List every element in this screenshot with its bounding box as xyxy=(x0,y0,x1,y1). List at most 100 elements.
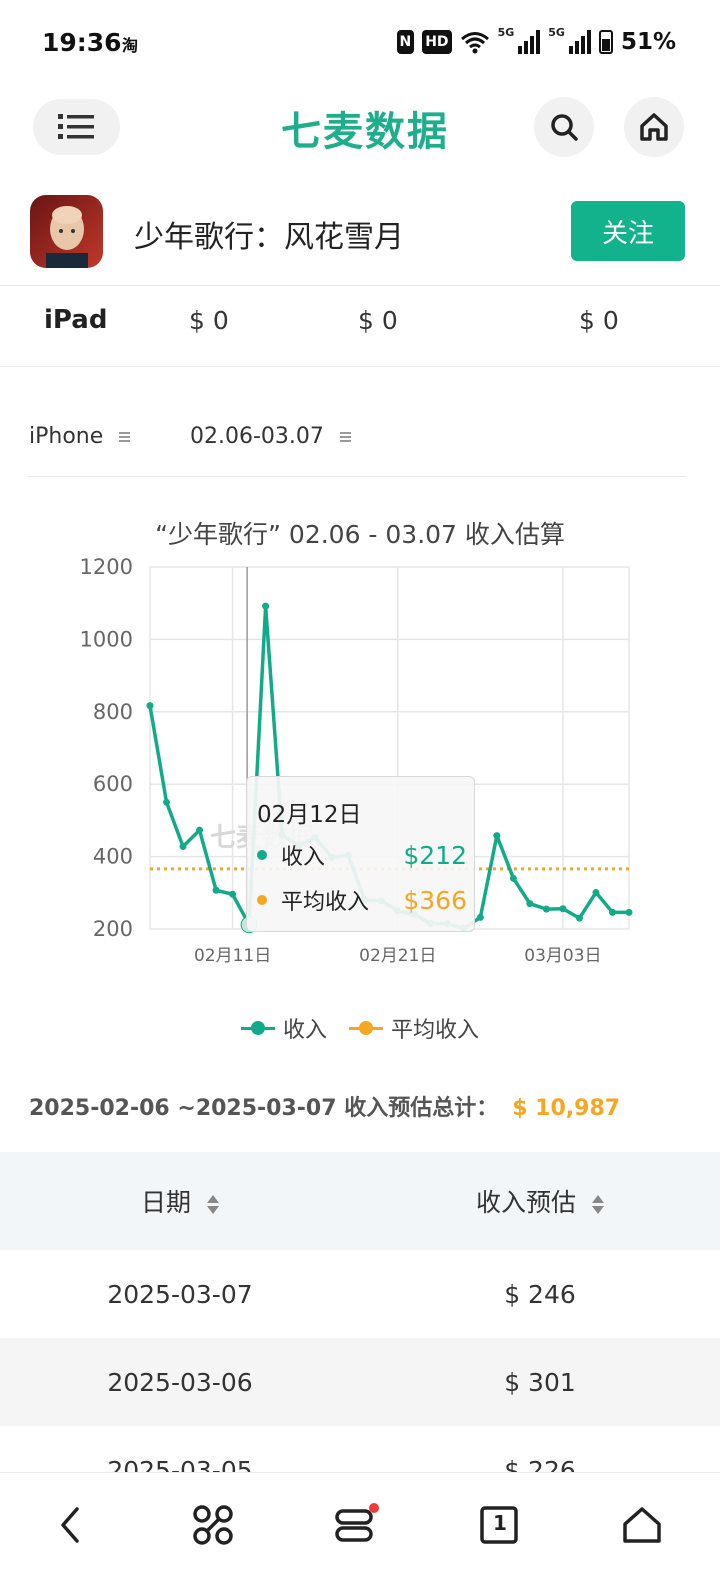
revenue-cell: $ 301 xyxy=(504,1367,576,1397)
y-tick-label: 1000 xyxy=(80,627,133,651)
signal-icon xyxy=(518,30,541,54)
revenue-data-point xyxy=(262,602,270,610)
revenue-data-point xyxy=(146,702,154,710)
revenue-data-point xyxy=(542,905,550,913)
home-nav-button[interactable] xyxy=(612,1495,672,1555)
tooltip-row-revenue: 收入 $212 xyxy=(257,839,467,871)
revenue-total: 2025-02-06 ~2025-03-07 收入预估总计： $ 10,987 xyxy=(29,1090,620,1122)
sort-icon xyxy=(206,1194,219,1214)
device-filter[interactable]: iPhone xyxy=(29,424,131,449)
revenue-table: 日期 收入预估 2025-03-07 $ 246 2025-03-06 $ 30… xyxy=(0,1152,720,1514)
x-tick-label: 02月21日 xyxy=(359,946,436,966)
search-button[interactable] xyxy=(534,97,594,157)
divider xyxy=(28,476,686,477)
total-value: $ 10,987 xyxy=(512,1096,621,1121)
ipad-value-1: $ 0 xyxy=(189,306,229,335)
legend-item-average[interactable]: 平均收入 xyxy=(349,1012,479,1044)
ipad-label: iPad xyxy=(44,305,108,335)
home-icon xyxy=(640,113,668,141)
date-range-filter[interactable]: 02.06-03.07 xyxy=(190,424,351,449)
app-icon[interactable] xyxy=(30,195,103,268)
table-row: 2025-03-06 $ 301 xyxy=(0,1338,720,1426)
5g-label-2: 5G xyxy=(548,26,565,39)
date-column-header[interactable]: 日期 xyxy=(0,1183,360,1219)
revenue-data-point xyxy=(493,832,501,840)
revenue-data-point xyxy=(608,908,616,916)
dropdown-icon xyxy=(119,431,131,442)
x-tick-label: 02月11日 xyxy=(194,946,271,966)
menu-button[interactable] xyxy=(33,99,120,155)
bottom-nav: 1 xyxy=(0,1472,720,1585)
y-tick-label: 200 xyxy=(93,917,133,941)
dropdown-icon xyxy=(339,431,351,442)
revenue-data-point xyxy=(212,886,220,894)
tooltip-date: 02月12日 xyxy=(257,802,362,828)
table-row: 2025-03-07 $ 246 xyxy=(0,1250,720,1338)
revenue-data-point xyxy=(592,888,600,896)
average-dot-icon xyxy=(257,895,267,905)
tooltip-label: 平均收入 xyxy=(281,890,370,915)
y-tick-label: 600 xyxy=(93,772,133,796)
legend-marker-revenue xyxy=(240,1021,275,1035)
revenue-data-point xyxy=(575,914,583,922)
follow-button[interactable]: 关注 xyxy=(571,201,685,261)
home-icon xyxy=(623,1507,661,1543)
table-header: 日期 收入预估 xyxy=(0,1152,720,1250)
revenue-data-point xyxy=(625,908,633,916)
apps-button[interactable] xyxy=(183,1495,243,1555)
chart-legend: 收入 平均收入 xyxy=(0,1012,720,1044)
legend-label: 平均收入 xyxy=(391,1018,480,1043)
logo[interactable]: 七麦数据 xyxy=(270,104,460,155)
status-time: 19:36 xyxy=(42,28,122,57)
revenue-data-point xyxy=(196,826,204,834)
date-cell: 2025-03-07 xyxy=(107,1279,253,1309)
back-icon xyxy=(61,1507,79,1543)
tabs-menu-button[interactable] xyxy=(326,1495,386,1555)
status-icons: N HD 5G 5G 51% xyxy=(396,26,676,58)
ipad-value-2: $ 0 xyxy=(358,306,398,335)
apps-icon xyxy=(193,1505,233,1545)
5g-label-1: 5G xyxy=(497,26,515,39)
header-label: 收入预估 xyxy=(476,1188,577,1217)
battery-percent: 51% xyxy=(620,29,676,55)
revenue-data-point xyxy=(476,913,484,921)
home-button[interactable] xyxy=(624,97,684,157)
revenue-column-header[interactable]: 收入预估 xyxy=(360,1183,720,1219)
app-character-icon xyxy=(30,195,103,268)
page-count: 1 xyxy=(493,1511,507,1535)
revenue-data-point xyxy=(559,905,567,913)
revenue-data-point xyxy=(509,874,517,882)
legend-item-revenue[interactable]: 收入 xyxy=(240,1012,327,1044)
signal-icon xyxy=(568,30,591,54)
hd-icon: HD xyxy=(422,30,452,54)
date-range-label: 02.06-03.07 xyxy=(190,424,324,449)
revenue-data-point xyxy=(179,842,187,850)
search-icon xyxy=(551,114,578,141)
list-icon xyxy=(57,114,94,139)
revenue-data-point xyxy=(163,798,171,806)
revenue-dot-icon xyxy=(257,850,267,860)
legend-label: 收入 xyxy=(282,1018,327,1043)
tooltip-value: $212 xyxy=(403,840,467,870)
ipad-value-3: $ 0 xyxy=(579,306,619,335)
tooltip-row-average: 平均收入 $366 xyxy=(257,884,467,916)
tooltip-label: 收入 xyxy=(281,845,326,870)
tooltip-value: $366 xyxy=(403,885,467,915)
app-name: 少年歌行：风花雪月 xyxy=(134,220,404,255)
device-filter-label: iPhone xyxy=(29,424,104,449)
divider xyxy=(0,366,720,367)
battery-icon xyxy=(598,30,613,54)
back-button[interactable] xyxy=(40,1495,100,1555)
wifi-icon xyxy=(460,32,489,54)
y-tick-label: 800 xyxy=(93,700,133,724)
legend-marker-average xyxy=(349,1021,383,1035)
sort-icon xyxy=(591,1194,604,1214)
revenue-data-point xyxy=(526,900,534,908)
status-bar: 19:36 淘 N HD 5G 5G 51% xyxy=(0,0,720,86)
revenue-cell: $ 246 xyxy=(504,1279,576,1309)
y-tick-label: 1200 xyxy=(80,555,133,579)
total-label: 2025-02-06 ~2025-03-07 收入预估总计： xyxy=(29,1096,499,1121)
page-count-button[interactable]: 1 xyxy=(469,1495,529,1555)
revenue-data-point xyxy=(229,890,237,898)
date-cell: 2025-03-06 xyxy=(107,1367,253,1397)
